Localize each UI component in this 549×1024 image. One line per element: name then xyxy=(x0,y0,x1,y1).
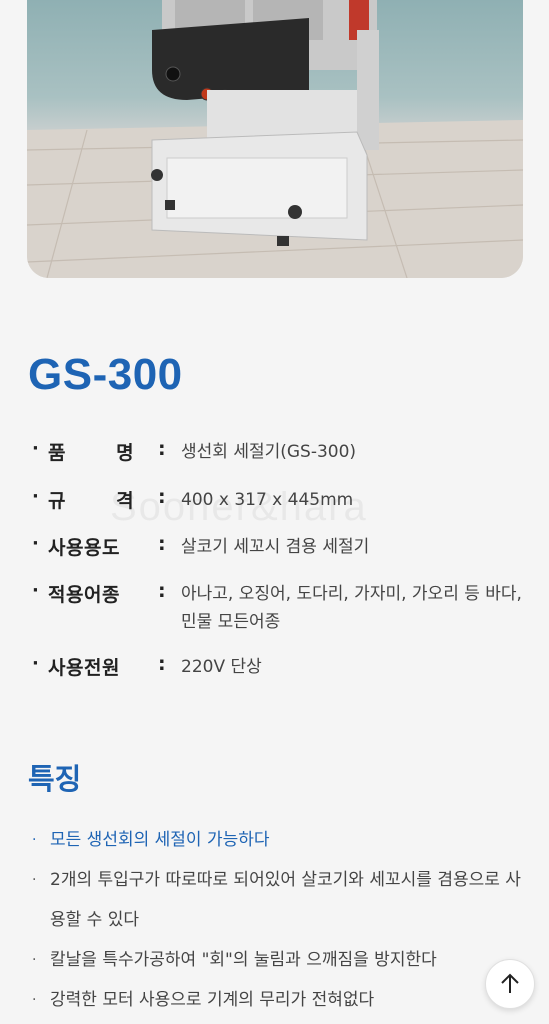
spec-value: 생선회 세절기(GS-300) xyxy=(181,442,357,462)
spec-label: 적용어종 xyxy=(48,584,120,606)
product-image xyxy=(27,0,523,278)
bullet: · xyxy=(32,832,37,848)
product-detail-page: Sooner&hara GS-300 · 품 명 : 생선회 세절기(GS-30… xyxy=(0,0,549,1024)
spec-colon: : xyxy=(158,438,166,460)
arrow-up-icon xyxy=(501,973,519,993)
feature-text: 2개의 투입구가 따로따로 되어있어 살코기와 세꼬시를 겸용으로 사용할 수 … xyxy=(50,870,521,930)
bullet: · xyxy=(32,533,39,554)
spec-label: 사용용도 xyxy=(48,537,120,559)
spec-value: 살코기 세꼬시 겸용 세절기 xyxy=(181,537,370,557)
bullet: · xyxy=(32,438,39,459)
bullet: · xyxy=(32,580,39,601)
spec-colon: : xyxy=(158,580,166,602)
feature-list: · 모든 생선회의 세절이 가능하다 · 2개의 투입구가 따로따로 되어있어 … xyxy=(32,820,532,1020)
feature-item: · 칼날을 특수가공하여 "회"의 눌림과 으깨짐을 방지한다 xyxy=(32,940,532,980)
bullet: · xyxy=(32,992,37,1008)
feature-text: 칼날을 특수가공하여 "회"의 눌림과 으깨짐을 방지한다 xyxy=(50,950,437,970)
spec-colon: : xyxy=(158,653,166,675)
spec-value: 아나고, 오징어, 도다리, 가자미, 가오리 등 바다, 민물 모든어종 xyxy=(181,584,522,632)
feature-item: · 모든 생선회의 세절이 가능하다 xyxy=(32,820,532,860)
spec-label: 사용전원 xyxy=(48,657,120,679)
spec-value: 220V 단상 xyxy=(181,657,262,677)
spec-colon: : xyxy=(158,533,166,555)
spec-label: 품 명 xyxy=(48,442,156,464)
spec-colon: : xyxy=(158,486,166,508)
product-model-title: GS-300 xyxy=(28,350,183,399)
feature-text: 모든 생선회의 세절이 가능하다 xyxy=(50,830,270,850)
feature-item: · 강력한 모터 사용으로 기계의 무리가 전혀없다 xyxy=(32,980,532,1020)
feature-text: 강력한 모터 사용으로 기계의 무리가 전혀없다 xyxy=(50,990,375,1010)
feature-item: · 2개의 투입구가 따로따로 되어있어 살코기와 세꼬시를 겸용으로 사용할 … xyxy=(32,860,532,940)
scroll-to-top-button[interactable] xyxy=(485,959,535,1009)
spec-value: 400 x 317 x 445mm xyxy=(181,490,354,510)
bullet: · xyxy=(32,872,37,888)
bullet: · xyxy=(32,952,37,968)
spec-label: 규 격 xyxy=(48,490,156,512)
features-title: 특징 xyxy=(28,762,82,796)
bullet: · xyxy=(32,653,39,674)
bullet: · xyxy=(32,486,39,507)
